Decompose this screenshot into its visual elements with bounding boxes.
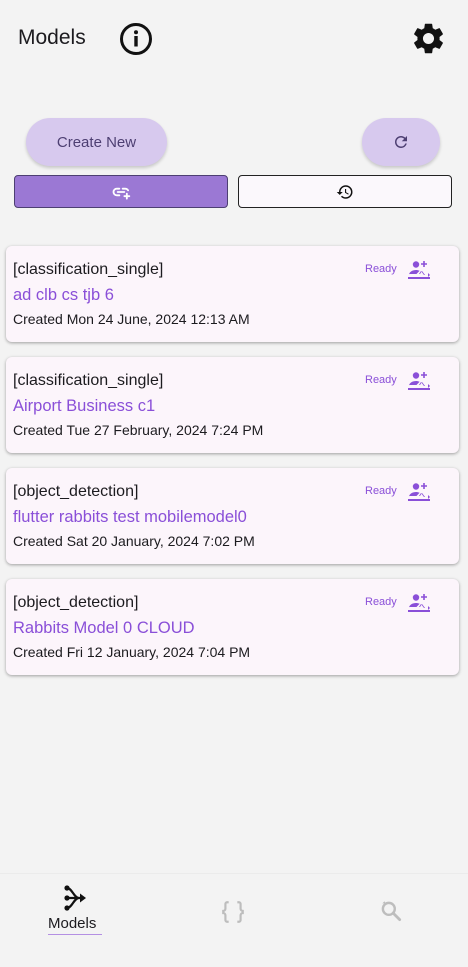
model-card[interactable]: [object_detection] Rabbits Model 0 CLOUD… — [6, 579, 459, 675]
nav-item-models[interactable]: Models — [40, 874, 110, 967]
app-header: Models — [0, 0, 468, 80]
refresh-button[interactable] — [362, 118, 440, 166]
model-status: Ready — [365, 596, 397, 608]
history-icon — [336, 184, 353, 199]
refresh-icon — [395, 136, 407, 148]
model-name: Airport Business c1 — [13, 397, 156, 415]
model-name: flutter rabbits test mobilemodel0 — [13, 508, 247, 526]
model-type: [classification_single] — [13, 261, 164, 278]
model-training-icon[interactable] — [407, 591, 431, 615]
model-created-date: Created Fri 12 January, 2024 7:04 PM — [13, 644, 251, 660]
model-type: [classification_single] — [13, 372, 164, 389]
gear-icon[interactable] — [410, 20, 447, 57]
model-created-date: Created Tue 27 February, 2024 7:24 PM — [13, 422, 264, 438]
image-search-icon — [378, 898, 404, 924]
model-training-icon[interactable] — [407, 480, 431, 504]
model-card[interactable]: [classification_single] ad clb cs tjb 6 … — [6, 246, 459, 342]
page-title: Models — [18, 26, 86, 49]
nav-item-code[interactable] — [218, 874, 248, 967]
model-name: Rabbits Model 0 CLOUD — [13, 619, 195, 637]
account-tree-icon — [62, 884, 90, 912]
model-training-icon[interactable] — [407, 258, 431, 282]
model-created-date: Created Mon 24 June, 2024 12:13 AM — [13, 311, 250, 327]
nav-item-search[interactable] — [378, 874, 408, 967]
nav-active-indicator — [48, 934, 102, 935]
nav-label-models: Models — [48, 915, 97, 932]
model-card[interactable]: [object_detection] flutter rabbits test … — [6, 468, 459, 564]
bottom-navigation: Models — [0, 873, 468, 967]
model-created-date: Created Sat 20 January, 2024 7:02 PM — [13, 533, 255, 549]
model-status: Ready — [365, 485, 397, 497]
info-icon[interactable] — [119, 22, 153, 56]
add-link-icon — [112, 187, 131, 200]
model-training-icon[interactable] — [407, 369, 431, 393]
model-status: Ready — [365, 263, 397, 275]
model-card[interactable]: [classification_single] Airport Business… — [6, 357, 459, 453]
model-type: [object_detection] — [13, 594, 139, 611]
segment-linked-models[interactable] — [14, 175, 228, 208]
data-object-icon — [220, 899, 246, 925]
model-status: Ready — [365, 374, 397, 386]
model-name: ad clb cs tjb 6 — [13, 286, 114, 304]
model-type: [object_detection] — [13, 483, 139, 500]
segment-history[interactable] — [238, 175, 452, 208]
create-new-button[interactable]: Create New — [26, 118, 167, 166]
